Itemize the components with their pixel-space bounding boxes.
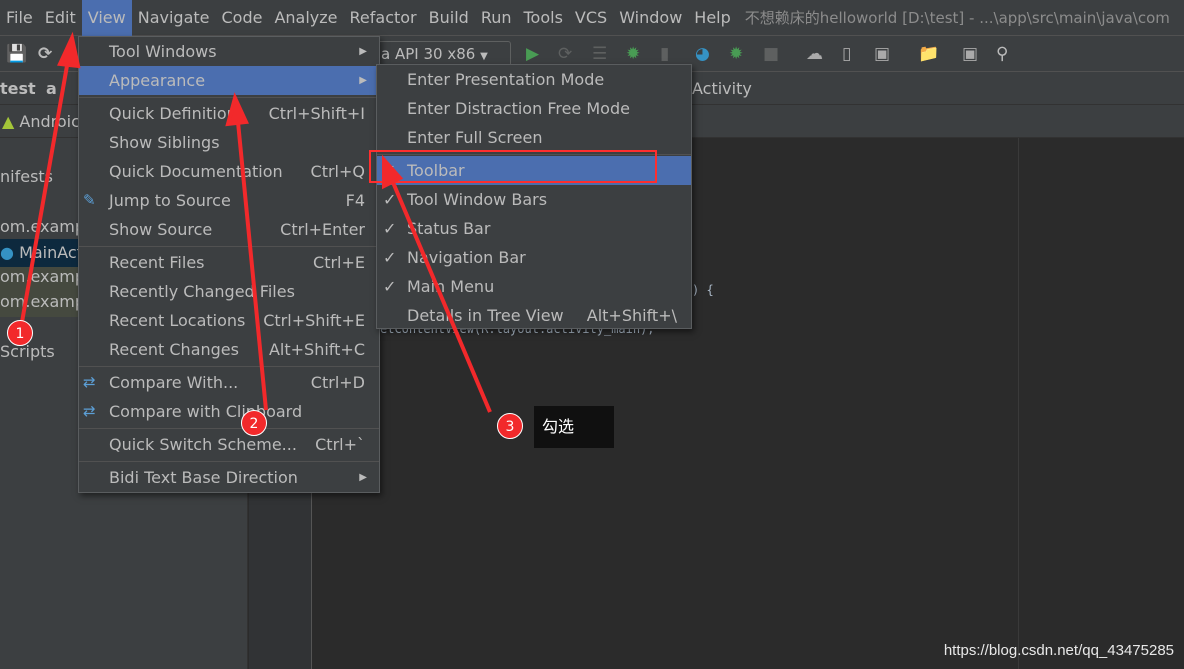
step-badge-2: 2: [241, 410, 267, 436]
step-badge-1: 1: [7, 320, 33, 346]
arrow-2-head: [225, 92, 249, 127]
watermark: https://blog.csdn.net/qq_43475285: [943, 642, 1174, 659]
arrow-1: [20, 59, 70, 323]
annotation-arrows: [20, 31, 492, 413]
arrow-1-head: [57, 31, 81, 69]
step-badge-3: 3: [497, 413, 523, 439]
arrow-3-head: [382, 154, 404, 190]
arrow-3: [390, 179, 492, 413]
arrow-2: [236, 121, 268, 411]
annotation-tip: 勾选: [534, 406, 614, 448]
